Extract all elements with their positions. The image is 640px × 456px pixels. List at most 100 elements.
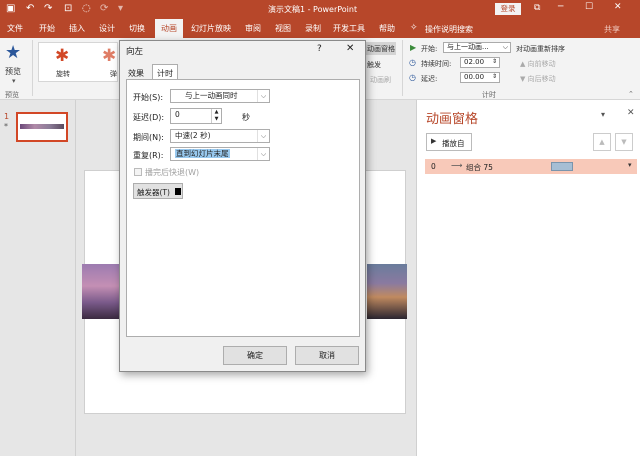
share-button[interactable]: 共享 [604, 24, 620, 35]
spin-up-icon[interactable]: ▲ [211, 109, 221, 116]
redo-icon[interactable]: ↷ [44, 3, 52, 15]
spin-effect-label[interactable]: 旋转 [56, 69, 70, 79]
repeat-dropdown-value: 直到幻灯片末尾 [175, 149, 230, 158]
slide-image-left[interactable] [82, 264, 122, 319]
tab-design[interactable]: 设计 [94, 19, 120, 38]
ribbon-tabs: 文件 开始 插入 设计 切换 动画 幻灯片放映 审阅 视图 录制 开发工具 帮助… [0, 19, 640, 38]
item-index: 0 [431, 162, 436, 171]
rewind-checkbox[interactable] [134, 168, 142, 176]
tab-insert[interactable]: 插入 [64, 19, 90, 38]
thumbnail-image-strip [20, 124, 64, 129]
play-from-button[interactable]: ▶ 播放自 [426, 133, 472, 151]
login-button[interactable]: 登录 [495, 3, 521, 15]
tab-effect[interactable]: 效果 [128, 68, 144, 79]
period-label: 期间(N): [133, 133, 164, 142]
start-label: 开始: [421, 45, 438, 53]
move-up-button[interactable]: ▲ [593, 133, 611, 151]
tab-timing[interactable]: 计时 [152, 64, 178, 80]
period-dropdown-value: 中速(2 秒) [175, 131, 211, 140]
delay-spinner[interactable]: 0 ▲ ▼ [170, 108, 222, 124]
customize-quick-access-icon[interactable]: ▾ [118, 3, 123, 15]
delay-input[interactable]: 00.00 ⇕ [460, 72, 500, 83]
spin-down-icon[interactable]: ▼ [211, 116, 221, 123]
reorder-title: 对动画重新排序 [516, 45, 565, 53]
tab-review[interactable]: 审阅 [240, 19, 266, 38]
animation-painter-button[interactable]: 动画刷 [370, 75, 391, 85]
ok-button[interactable]: 确定 [223, 346, 287, 365]
tab-record[interactable]: 录制 [300, 19, 326, 38]
item-name: 组合 75 [466, 163, 493, 172]
cancel-button[interactable]: 取消 [295, 346, 359, 365]
preview-group-label: 预览 [5, 91, 19, 99]
animation-list-item[interactable]: 0 ⟶ 组合 75 ▾ [425, 159, 637, 174]
save-icon[interactable]: ▣ [6, 3, 15, 15]
start-label: 开始(S): [133, 93, 164, 102]
tab-view[interactable]: 视图 [270, 19, 296, 38]
slide-thumbnail[interactable] [16, 112, 68, 142]
close-button[interactable]: ✕ [614, 2, 622, 12]
timeline-bar[interactable] [551, 162, 573, 171]
period-dropdown[interactable]: 中速(2 秒) ⌵ [170, 129, 270, 143]
move-earlier-button[interactable]: ▲ 向前移动 [520, 59, 556, 69]
animation-pane-label[interactable]: 动画窗格 [367, 44, 395, 54]
preview-dropdown-icon[interactable]: ▾ [12, 77, 16, 85]
move-later-button[interactable]: ▼ 向后移动 [520, 74, 556, 84]
preview-button[interactable]: 预览 [5, 66, 21, 77]
chevron-down-icon: ⌵ [502, 43, 508, 51]
move-earlier-label: 向前移动 [527, 60, 556, 68]
tab-transitions[interactable]: 切换 [124, 19, 150, 38]
slide-image-right[interactable] [367, 264, 407, 319]
tab-help[interactable]: 帮助 [374, 19, 400, 38]
tab-animations[interactable]: 动画 [155, 19, 183, 38]
trigger-arrow-icon [175, 188, 181, 195]
ribbon-display-icon[interactable]: ⧉ [534, 3, 540, 13]
duration-spin-icon[interactable]: ⇕ [492, 57, 497, 66]
tell-me-search[interactable]: 操作说明搜索 [425, 24, 473, 35]
start-dropdown[interactable]: 与上一动画同时 ⌵ [170, 89, 270, 103]
start-play-icon: ▶ [410, 43, 417, 52]
delay-clock-icon: ◷ [409, 73, 416, 82]
delay-spinner-value: 0 [175, 110, 180, 119]
preview-star-icon[interactable]: ★ [5, 42, 21, 63]
trigger-button[interactable]: 触发 [367, 60, 381, 70]
maximize-button[interactable]: ☐ [585, 2, 593, 12]
tab-file[interactable]: 文件 [2, 19, 28, 38]
spin-effect-icon[interactable]: ✱ [55, 46, 69, 66]
tab-slideshow[interactable]: 幻灯片放映 [187, 19, 235, 38]
start-select-value: 与上一动画... [447, 43, 489, 51]
minimize-button[interactable]: ─ [558, 2, 563, 12]
start-select[interactable]: 与上一动画... ⌵ [443, 42, 511, 53]
pane-options-icon[interactable]: ▾ [601, 110, 605, 119]
dialog-close-button[interactable]: ✕ [346, 43, 354, 54]
collapse-ribbon-icon[interactable]: ⌃ [628, 90, 634, 98]
bounce-effect-label[interactable]: 弹 [110, 69, 117, 79]
lightbulb-icon: ✧ [410, 23, 418, 33]
chevron-down-icon: ⌵ [257, 130, 269, 142]
bounce-effect-icon[interactable]: ✱ [102, 46, 116, 66]
fly-in-icon: ⟶ [451, 161, 463, 170]
repeat-dropdown[interactable]: 直到幻灯片末尾 ⌵ [170, 147, 270, 161]
duration-value: 02.00 [464, 58, 485, 66]
start-from-beginning-icon[interactable]: ⊡ [64, 3, 72, 15]
delay-label: 延迟(D): [133, 113, 165, 122]
dialog-help-button[interactable]: ? [317, 44, 322, 54]
touch-mode-icon[interactable]: ⟳ [100, 3, 108, 15]
pane-close-icon[interactable]: ✕ [627, 108, 635, 118]
start-dropdown-value: 与上一动画同时 [185, 91, 238, 100]
move-down-button[interactable]: ▼ [615, 133, 633, 151]
rewind-label: 播完后快退(W) [145, 168, 200, 177]
move-later-label: 向后移动 [527, 75, 556, 83]
chevron-down-icon: ⌵ [257, 148, 269, 160]
duration-input[interactable]: 02.00 ⇕ [460, 57, 500, 68]
timing-group-label: 计时 [482, 91, 496, 99]
tab-timing-label: 计时 [157, 69, 173, 78]
delay-spin-icon[interactable]: ⇕ [492, 72, 497, 81]
quick-access-icon[interactable]: ◌ [82, 3, 91, 15]
item-dropdown-icon[interactable]: ▾ [628, 161, 632, 169]
window-title: 演示文稿1 - PowerPoint [268, 5, 358, 14]
undo-icon[interactable]: ↶ [26, 3, 34, 15]
trigger-button[interactable]: 触发器(T) [133, 183, 183, 199]
tab-developer[interactable]: 开发工具 [330, 19, 368, 38]
effect-options-dialog: 向左 ? ✕ 效果 计时 开始(S): 与上一动画同时 ⌵ 延迟(D): 0 ▲… [119, 40, 366, 372]
tab-home[interactable]: 开始 [34, 19, 60, 38]
